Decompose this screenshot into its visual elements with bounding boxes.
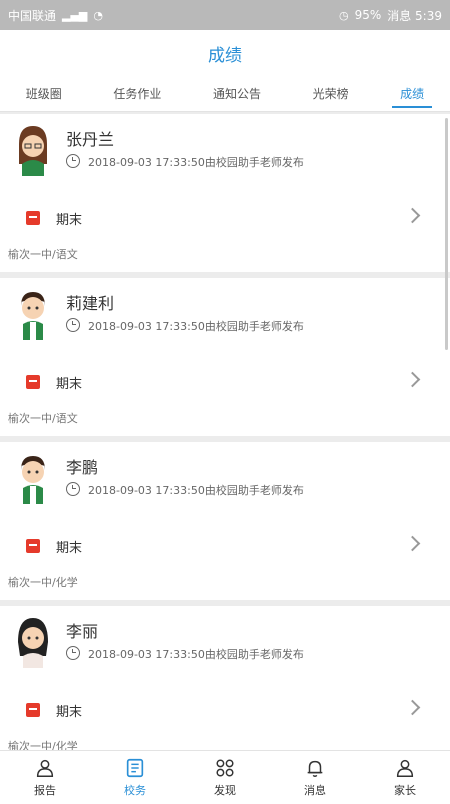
nav-label: 家长 <box>394 784 416 797</box>
grades-list[interactable]: 张丹兰 2018-09-03 17:33:50由校园助手老师发布 期末 榆次一中… <box>0 114 450 750</box>
chevron-right-icon[interactable] <box>404 535 421 552</box>
page-title: 成绩 <box>208 45 242 66</box>
exam-row[interactable]: 期末 <box>0 528 450 564</box>
nav-messages[interactable]: 消息 <box>280 757 350 798</box>
chevron-right-icon[interactable] <box>404 699 421 716</box>
publish-meta: 2018-09-03 17:33:50由校园助手老师发布 <box>88 648 304 661</box>
exam-icon <box>26 539 40 553</box>
exam-row[interactable]: 期末 <box>0 200 450 236</box>
exam-label: 期末 <box>56 704 83 720</box>
page-header: 成绩 <box>0 30 450 76</box>
female-avatar-icon <box>19 126 47 176</box>
student-name: 李丽 <box>66 622 99 641</box>
clock-icon <box>66 154 80 168</box>
exam-icon <box>26 703 40 717</box>
chevron-right-icon[interactable] <box>404 371 421 388</box>
school-subject: 榆次一中/化学 <box>8 740 78 750</box>
discover-icon <box>216 759 234 777</box>
tab-label: 光荣榜 <box>312 87 349 101</box>
student-name: 莉建利 <box>66 294 115 313</box>
grade-card[interactable]: 莉建利 2018-09-03 17:33:50由校园助手老师发布 期末 榆次一中… <box>0 278 450 436</box>
bottom-navigation: 报告 校务 发现 消息 家长 <box>0 750 450 804</box>
nav-parent[interactable]: 家长 <box>370 757 440 798</box>
male-avatar-icon <box>21 292 45 340</box>
card-header: 李丽 2018-09-03 17:33:50由校园助手老师发布 <box>0 606 450 676</box>
card-header: 李鹏 2018-09-03 17:33:50由校园助手老师发布 <box>0 442 450 512</box>
publish-meta: 2018-09-03 17:33:50由校园助手老师发布 <box>88 156 304 169</box>
status-bar: 中国联通 ▂▄▆ ◔ ◷ 95% 消息 5:39 <box>0 0 450 30</box>
tab-bar: 班级圈 任务作业 通知公告 光荣榜 成绩 <box>0 76 450 112</box>
nav-school-affairs[interactable]: 校务 <box>100 757 170 798</box>
school-affairs-icon <box>126 758 144 778</box>
student-name: 李鹏 <box>66 458 99 477</box>
female-avatar-icon <box>18 618 48 668</box>
tab-grades[interactable]: 成绩 <box>392 76 433 112</box>
grade-card[interactable]: 李丽 2018-09-03 17:33:50由校园助手老师发布 期末 榆次一中/… <box>0 606 450 750</box>
school-subject: 榆次一中/语文 <box>8 248 78 261</box>
school-subject: 榆次一中/语文 <box>8 412 78 425</box>
nav-discover[interactable]: 发现 <box>190 757 260 798</box>
battery-label: 95% <box>354 8 382 22</box>
card-header: 张丹兰 2018-09-03 17:33:50由校园助手老师发布 <box>0 114 450 184</box>
exam-icon <box>26 211 40 225</box>
tab-label: 通知公告 <box>212 87 261 101</box>
tab-label: 班级圈 <box>25 87 62 101</box>
scrollbar[interactable] <box>445 118 448 350</box>
exam-label: 期末 <box>56 540 83 556</box>
exam-row[interactable]: 期末 <box>0 692 450 728</box>
exam-label: 期末 <box>56 212 83 228</box>
bell-icon <box>307 760 323 777</box>
card-header: 莉建利 2018-09-03 17:33:50由校园助手老师发布 <box>0 278 450 348</box>
male-avatar-icon <box>21 456 45 504</box>
nav-label: 校务 <box>124 784 146 797</box>
signal-icon: ▂▄▆ <box>62 8 88 22</box>
clock-icon <box>66 646 80 660</box>
time-label: 消息 5:39 <box>387 8 442 23</box>
nav-report[interactable]: 报告 <box>10 757 80 798</box>
carrier-label: 中国联通 <box>8 8 57 23</box>
clock-icon <box>66 318 80 332</box>
exam-icon <box>26 375 40 389</box>
student-name: 张丹兰 <box>66 130 115 149</box>
grade-card[interactable]: 李鹏 2018-09-03 17:33:50由校园助手老师发布 期末 榆次一中/… <box>0 442 450 600</box>
wifi-icon: ◔ <box>93 8 104 22</box>
chevron-right-icon[interactable] <box>404 207 421 224</box>
clock-icon <box>66 482 80 496</box>
publish-meta: 2018-09-03 17:33:50由校园助手老师发布 <box>88 484 304 497</box>
tab-announcements[interactable]: 通知公告 <box>205 76 269 112</box>
tab-honor-roll[interactable]: 光荣榜 <box>305 76 357 112</box>
school-subject: 榆次一中/化学 <box>8 576 78 589</box>
tab-label: 成绩 <box>400 87 425 101</box>
parent-icon <box>396 759 414 777</box>
tab-homework[interactable]: 任务作业 <box>105 76 169 112</box>
grade-card[interactable]: 张丹兰 2018-09-03 17:33:50由校园助手老师发布 期末 榆次一中… <box>0 114 450 272</box>
nav-label: 发现 <box>214 784 236 797</box>
nav-label: 消息 <box>304 784 326 797</box>
exam-row[interactable]: 期末 <box>0 364 450 400</box>
tab-label: 任务作业 <box>113 87 162 101</box>
tab-class-circle[interactable]: 班级圈 <box>18 76 70 112</box>
exam-label: 期末 <box>56 376 83 392</box>
alarm-icon: ◷ <box>338 8 349 22</box>
publish-meta: 2018-09-03 17:33:50由校园助手老师发布 <box>88 320 304 333</box>
nav-label: 报告 <box>34 784 56 797</box>
report-icon <box>36 759 54 777</box>
